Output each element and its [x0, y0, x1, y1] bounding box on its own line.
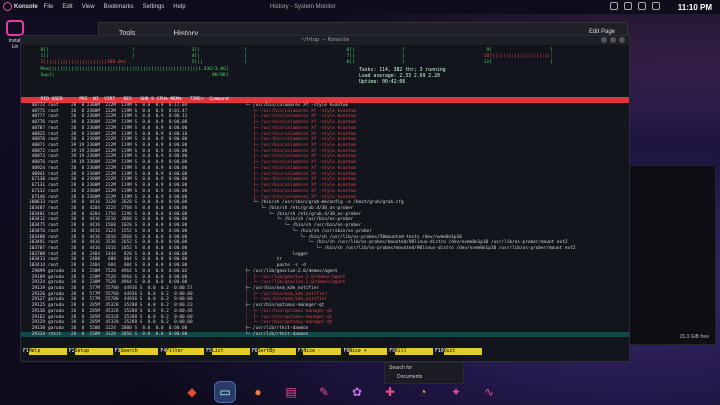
cpu-meter-row: 5[|| ] — [186, 60, 247, 66]
process-pid: 29334 — [31, 331, 45, 337]
cpu-meter-row: 11[ ] — [481, 60, 553, 66]
disk-free-label: 15.3 GiB free — [679, 334, 709, 340]
garuda-logo-icon[interactable] — [3, 2, 12, 11]
menu-edit[interactable]: Edit — [62, 4, 72, 10]
process-command: └─ /usr/lib/rtkit-daemon — [245, 331, 309, 337]
fkey-list[interactable]: F5 List — [206, 348, 250, 355]
garuda-icon[interactable]: ◆ — [181, 381, 203, 403]
fkey-nice[interactable]: F7 Nice - — [297, 348, 342, 355]
terminal-title: ~/htop — Konsole — [300, 37, 350, 43]
uptime-line: Uptime: 00:42:06 — [359, 80, 406, 86]
top-panel: Konsole File Edit View Bookmarks Setting… — [0, 0, 720, 14]
fkey-number: F10 — [435, 348, 444, 355]
clock[interactable]: 11:10 PM — [678, 3, 712, 12]
window-title: History - System Monitor — [270, 4, 336, 10]
fkey-label: Nice - — [303, 348, 342, 355]
files-icon[interactable]: ▤ — [280, 381, 302, 403]
system-tray — [610, 2, 660, 10]
fkey-label: Setup — [74, 348, 113, 355]
process-user: rtkit — [48, 331, 62, 337]
network-tool-icon[interactable]: ✦ — [445, 381, 467, 403]
task-stats: Tasks: 114, 382 thr; 3 running Load aver… — [359, 68, 446, 87]
volume-icon[interactable] — [638, 2, 646, 10]
settings-icon[interactable]: ✿ — [346, 381, 368, 403]
menu-bookmarks[interactable]: Bookmarks — [104, 4, 134, 10]
table-row[interactable]: 29334 rtkit 20 0 158M 3128 2856 S 0.0 0.0 … — [21, 331, 629, 338]
fkey-label: Help — [28, 348, 67, 355]
cpu-meter-row: Swp[| 0K/0K] — [35, 72, 229, 78]
cpu-meter-row: Mem[||||||||||||||||||||||||||||||||||||… — [35, 66, 229, 72]
fkey-label: Filter — [166, 348, 205, 355]
dock: ◆ ▭ ● ▤ ✎ ✿ ✚ ◔ ✦ ∿ — [175, 378, 550, 405]
fkey-help[interactable]: F1 Help — [23, 348, 67, 355]
battery-icon[interactable] — [652, 2, 660, 10]
function-key-bar: F1 Help F2 Setup F3 Search F4 Filter F5 List F6 Sor… — [21, 348, 629, 355]
process-list: 40772 root 20 0 2300M 222M 119M S 0.0 0.9 … — [21, 103, 629, 338]
installer-icon — [6, 20, 24, 36]
menu-file[interactable]: File — [44, 4, 54, 10]
fkey-sortby[interactable]: F6 SortBy — [251, 348, 296, 355]
bluetooth-icon[interactable] — [624, 2, 632, 10]
search-label[interactable]: Search for — [389, 365, 459, 371]
fkey-label: Quit — [443, 348, 482, 355]
fkey-label: List — [211, 348, 250, 355]
chart-icon[interactable]: ◔ — [412, 381, 434, 403]
fkey-label: Nice + — [349, 348, 388, 355]
fkey-label: SortBy — [257, 348, 296, 355]
terminal-titlebar[interactable]: ~/htop — Konsole — [21, 36, 629, 45]
konsole-window[interactable]: ~/htop — Konsole 0[| ] 1[| ] 2[|||||||||… — [20, 35, 630, 362]
browser-icon[interactable]: ● — [247, 381, 269, 403]
terminal-icon[interactable]: ▭ — [214, 380, 236, 403]
network-icon[interactable] — [610, 2, 618, 10]
fkey-search[interactable]: F3 Search — [114, 348, 159, 355]
fkey-kill[interactable]: F9 Kill — [389, 348, 434, 355]
menu-settings[interactable]: Settings — [143, 4, 165, 10]
app-name[interactable]: Konsole — [14, 4, 38, 10]
minimize-icon[interactable] — [601, 37, 607, 43]
text-editor-icon[interactable]: ✎ — [313, 381, 335, 403]
menu-help[interactable]: Help — [173, 4, 185, 10]
system-monitor-icon[interactable]: ∿ — [478, 381, 500, 403]
fkey-label: Kill — [395, 348, 434, 355]
fkey-filter[interactable]: F4 Filter — [160, 348, 205, 355]
cpu-meter-row: 8[| ] — [341, 60, 405, 66]
fkey-nice[interactable]: F8 Nice + — [343, 348, 388, 355]
gamepad-icon[interactable]: ✚ — [379, 381, 401, 403]
fkey-quit[interactable]: F10 Quit — [435, 348, 482, 355]
menu-view[interactable]: View — [82, 4, 95, 10]
close-icon[interactable] — [619, 37, 625, 43]
maximize-icon[interactable] — [610, 37, 616, 43]
cpu-meters: 0[| ] 1[| ] 2[||||||||||||||||||||||100.… — [21, 45, 629, 99]
fkey-setup[interactable]: F2 Setup — [68, 348, 113, 355]
process-stats: 20 0 158M 3128 2856 S 0.0 0.0 0:00.00 — [71, 331, 188, 337]
fkey-label: Search — [120, 348, 159, 355]
